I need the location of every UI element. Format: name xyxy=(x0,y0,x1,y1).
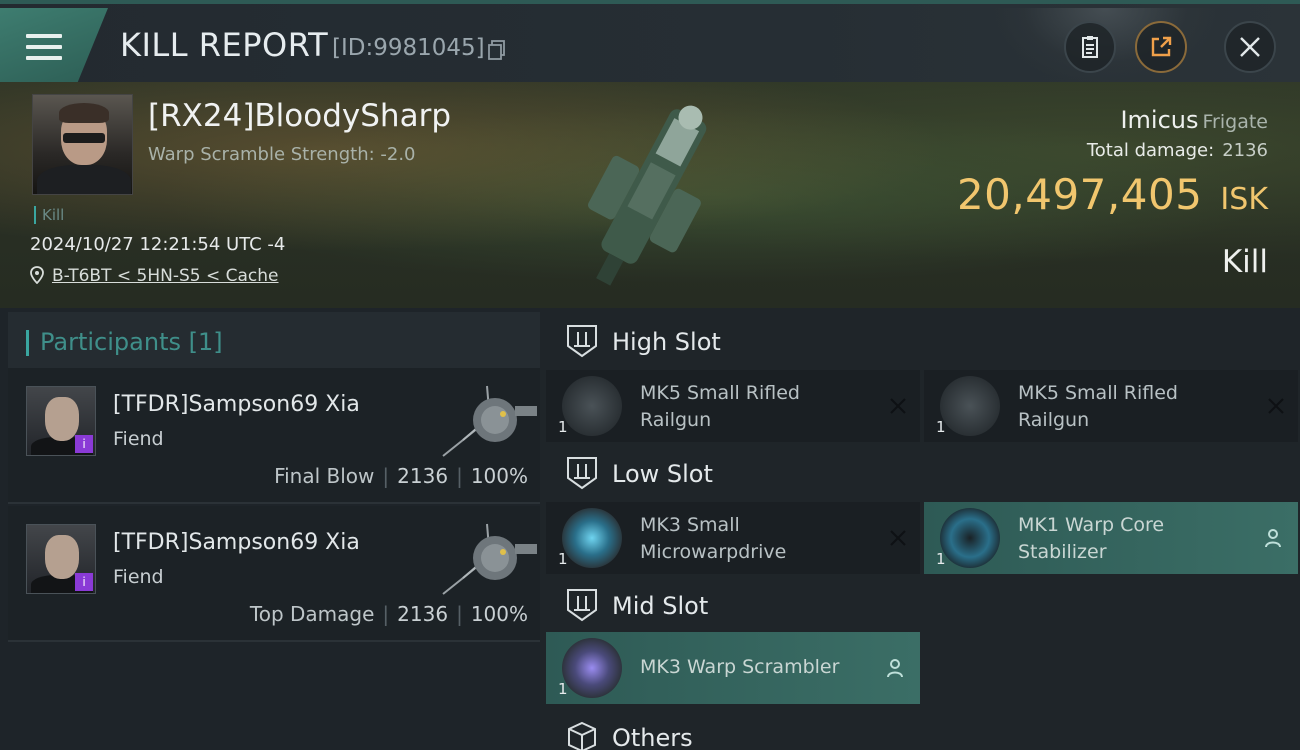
slot-icon xyxy=(567,457,597,490)
clipboard-button[interactable] xyxy=(1064,21,1116,73)
kill-timestamp: 2024/10/27 12:21:54 UTC -4 xyxy=(30,234,286,255)
report-id: [ID:9981045] xyxy=(332,35,485,61)
participant-damage: 2136 xyxy=(397,464,449,488)
corp-badge-icon: i xyxy=(75,573,93,591)
corp-badge-icon: i xyxy=(75,435,93,453)
victim-ship-image[interactable] xyxy=(570,88,740,302)
module-item-dropped[interactable]: 1 MK1 Warp Core Stabilizer xyxy=(924,502,1298,574)
header-bar: KILL REPORT [ID:9981045] xyxy=(0,0,1300,86)
total-damage-value: 2136 xyxy=(1222,140,1268,161)
kill-type-tag: Kill xyxy=(34,206,64,224)
slot-icon xyxy=(567,325,597,358)
menu-icon xyxy=(26,34,62,62)
mid-slot-header: Mid Slot xyxy=(546,576,1300,636)
kill-location-link[interactable]: B-T6BT < 5HN-S5 < Cache xyxy=(30,266,279,286)
module-qty: 1 xyxy=(558,418,568,436)
location-text: B-T6BT < 5HN-S5 < Cache xyxy=(52,266,279,286)
module-name: MK5 Small Rifled Railgun xyxy=(1018,382,1178,431)
participants-panel: Participants [1] i [TFDR]Sampson69 Xia F… xyxy=(0,308,540,750)
copy-icon[interactable] xyxy=(488,40,506,60)
module-qty: 1 xyxy=(936,418,946,436)
participant-damage: 2136 xyxy=(397,602,449,626)
owner-user-icon xyxy=(1265,529,1281,548)
victim-avatar[interactable] xyxy=(32,94,133,195)
mid-slot-label: Mid Slot xyxy=(612,592,709,620)
destroyed-x-icon xyxy=(890,530,906,546)
high-slot-label: High Slot xyxy=(612,328,721,356)
close-icon xyxy=(1240,37,1260,57)
railgun-icon xyxy=(940,376,1000,436)
participant-role: Final Blow xyxy=(274,464,375,488)
isk-unit: ISK xyxy=(1220,182,1268,217)
kill-summary-banner: [RX24]BloodySharp Warp Scramble Strength… xyxy=(0,82,1300,308)
share-icon xyxy=(1151,36,1172,57)
participant-avatar[interactable]: i xyxy=(26,524,96,594)
railgun-icon xyxy=(562,376,622,436)
participants-header: Participants [1] xyxy=(8,312,540,372)
participants-title: Participants [1] xyxy=(40,328,223,356)
module-qty: 1 xyxy=(558,550,568,568)
participant-ship: Fiend xyxy=(113,566,164,588)
participant-stats: Final Blow | 2136 | 100% xyxy=(274,464,528,488)
close-button[interactable] xyxy=(1224,21,1276,73)
fitting-panel: High Slot 1 MK5 Small Rifled Railgun 1 MK… xyxy=(540,308,1300,750)
participant-stats: Top Damage | 2136 | 100% xyxy=(249,602,528,626)
module-item[interactable]: 1 MK5 Small Rifled Railgun xyxy=(546,370,920,442)
participant-role: Top Damage xyxy=(249,602,375,626)
result-label: Kill xyxy=(1221,244,1268,280)
slot-icon xyxy=(567,589,597,622)
others-label: Others xyxy=(612,724,693,750)
participant-ship: Fiend xyxy=(113,428,164,450)
module-qty: 1 xyxy=(558,680,568,698)
total-damage-label: Total damage: xyxy=(1086,140,1215,161)
total-damage: Total damage: 2136 xyxy=(1087,140,1268,161)
participant-avatar[interactable]: i xyxy=(26,386,96,456)
module-name: MK5 Small Rifled Railgun xyxy=(640,382,800,431)
participant-name[interactable]: [TFDR]Sampson69 Xia xyxy=(113,392,360,417)
microwarpdrive-icon xyxy=(562,508,622,568)
participant-ship-image xyxy=(442,523,537,595)
module-item-dropped[interactable]: 1 MK3 Warp Scrambler xyxy=(546,632,920,704)
destroyed-x-icon xyxy=(890,398,906,414)
ship-class: Frigate xyxy=(1202,111,1268,133)
owner-user-icon xyxy=(887,659,903,678)
victim-ship-name: Imicus Frigate xyxy=(1120,106,1268,134)
isk-value: 20,497,405 ISK xyxy=(957,170,1268,219)
participant-name[interactable]: [TFDR]Sampson69 Xia xyxy=(113,530,360,555)
low-slot-header: Low Slot xyxy=(546,444,1300,504)
victim-name[interactable]: [RX24]BloodySharp xyxy=(148,98,451,134)
module-item[interactable]: 1 MK3 Small Microwarpdrive xyxy=(546,502,920,574)
destroyed-x-icon xyxy=(1268,398,1284,414)
participant-ship-image xyxy=(442,385,537,457)
module-name: MK3 Small Microwarpdrive xyxy=(640,514,787,563)
module-item[interactable]: 1 MK5 Small Rifled Railgun xyxy=(924,370,1298,442)
menu-button[interactable] xyxy=(0,8,108,82)
page-title: KILL REPORT xyxy=(120,26,329,64)
isk-amount: 20,497,405 xyxy=(956,170,1203,219)
warp-scramble-strength: Warp Scramble Strength: -2.0 xyxy=(148,144,416,165)
participant-percent: 100% xyxy=(470,602,528,626)
module-name: MK3 Warp Scrambler xyxy=(640,656,840,678)
low-slot-label: Low Slot xyxy=(612,460,713,488)
location-pin-icon xyxy=(30,266,44,284)
participant-row[interactable]: i [TFDR]Sampson69 Xia Fiend Final Blow | 2… xyxy=(8,368,540,504)
high-slot-header: High Slot xyxy=(546,312,1300,372)
warp-core-stabilizer-icon xyxy=(940,508,1000,568)
participant-row[interactable]: i [TFDR]Sampson69 Xia Fiend Top Damage | 2… xyxy=(8,506,540,642)
warp-scrambler-icon xyxy=(562,638,622,698)
module-name: MK1 Warp Core Stabilizer xyxy=(1018,514,1165,563)
module-qty: 1 xyxy=(936,550,946,568)
participant-percent: 100% xyxy=(470,464,528,488)
others-header: Others xyxy=(546,708,1300,750)
ship-name-text: Imicus xyxy=(1120,106,1199,134)
cube-icon xyxy=(568,721,596,750)
share-button[interactable] xyxy=(1135,21,1187,73)
clipboard-icon xyxy=(1082,36,1098,58)
